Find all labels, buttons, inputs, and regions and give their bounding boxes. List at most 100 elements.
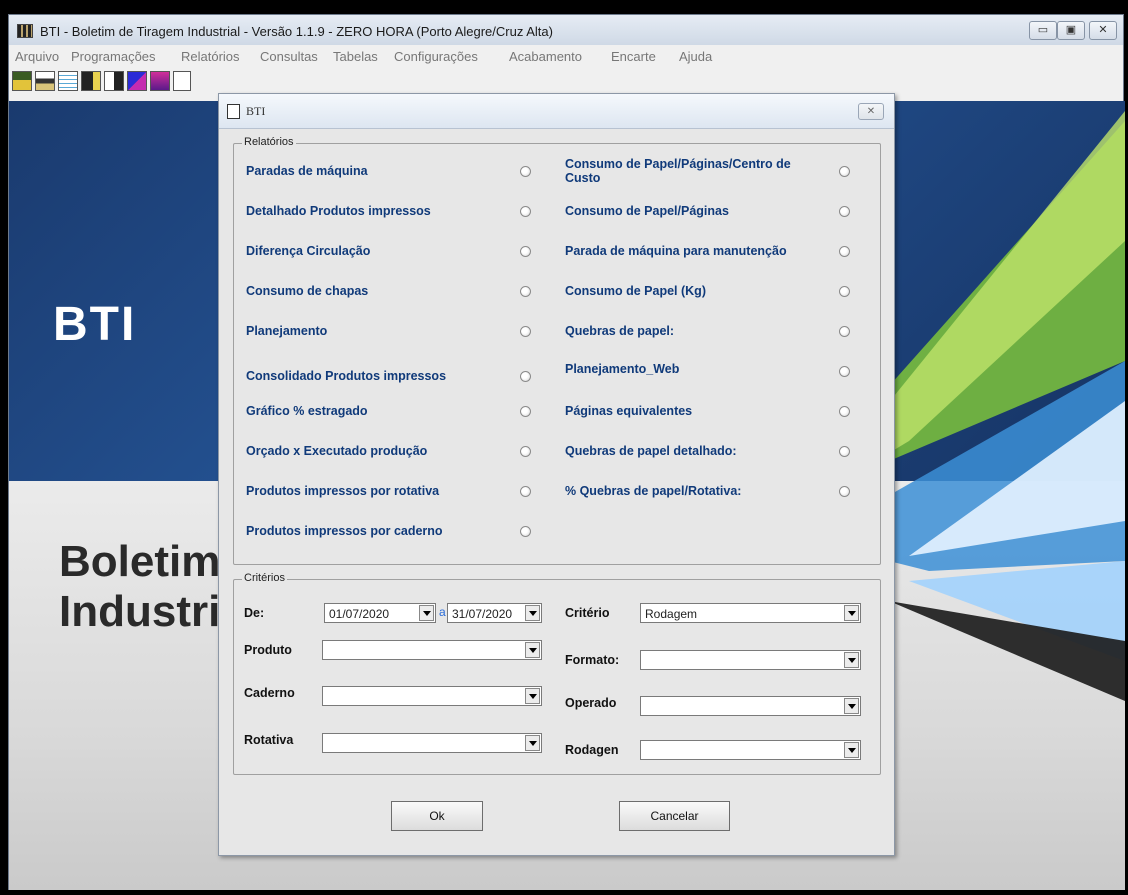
produto-dropdown-icon[interactable]: [525, 642, 540, 658]
menu-arquivo[interactable]: Arquivo: [15, 49, 59, 64]
criterio-select[interactable]: Rodagem: [640, 603, 861, 623]
radio-planejamento-web[interactable]: [839, 366, 850, 377]
date-from-dropdown-icon[interactable]: [419, 605, 434, 621]
rotativa-dropdown-icon[interactable]: [525, 735, 540, 751]
toolbar-report-icon[interactable]: [81, 71, 101, 91]
radio-diferenca[interactable]: [520, 246, 531, 257]
report-label-consolidado: Consolidado Produtos impressos: [246, 369, 447, 383]
toolbar-print-icon[interactable]: [35, 71, 55, 91]
banner-line-1: Boletim: [59, 537, 221, 586]
toolbar-settings-icon[interactable]: [150, 71, 170, 91]
caderno-select[interactable]: [322, 686, 542, 706]
minimize-button[interactable]: ▭: [1029, 21, 1057, 40]
report-label-rotativa: Produtos impressos por rotativa: [246, 484, 440, 498]
toolbar-exit-icon[interactable]: [173, 71, 191, 91]
produto-select[interactable]: [322, 640, 542, 660]
produto-label: Produto: [244, 643, 292, 657]
maximize-button[interactable]: ▣: [1057, 21, 1085, 40]
de-label: De:: [244, 606, 265, 620]
report-label-quebras: Quebras de papel:: [565, 324, 675, 338]
menu-relatorios[interactable]: Relatórios: [181, 49, 240, 64]
radio-rotativa[interactable]: [520, 486, 531, 497]
radio-consumo-centro[interactable]: [839, 166, 850, 177]
report-dialog: BTI ✕ Relatórios Paradas de máquina Deta…: [218, 93, 895, 856]
rotativa-label: Rotativa: [244, 733, 294, 747]
report-label-chapas: Consumo de chapas: [246, 284, 369, 298]
radio-grafico[interactable]: [520, 406, 531, 417]
menu-programacoes[interactable]: Programações: [71, 49, 156, 64]
formato-dropdown-icon[interactable]: [844, 652, 859, 668]
caderno-label: Caderno: [244, 686, 295, 700]
date-to-picker[interactable]: 31/07/2020: [447, 603, 542, 623]
radio-quebras-rotativa[interactable]: [839, 486, 850, 497]
criterio-value: Rodagem: [645, 607, 698, 621]
radio-consumo-paginas[interactable]: [839, 206, 850, 217]
app-icon: [17, 24, 33, 38]
operado-label: Operado: [565, 696, 617, 710]
ok-button[interactable]: Ok: [391, 801, 483, 831]
rodagem-select[interactable]: [640, 740, 861, 760]
toolbar-open-icon[interactable]: [12, 71, 32, 91]
date-to-value: 31/07/2020: [452, 607, 513, 621]
dialog-title-bar: BTI ✕: [219, 94, 894, 129]
menu-bar: Arquivo Programações Relatórios Consulta…: [9, 45, 1123, 67]
radio-quebras[interactable]: [839, 326, 850, 337]
radio-chapas[interactable]: [520, 286, 531, 297]
dialog-close-button[interactable]: ✕: [858, 103, 884, 120]
date-from-value: 01/07/2020: [329, 607, 390, 621]
report-label-paradas: Paradas de máquina: [246, 164, 368, 178]
formato-select[interactable]: [640, 650, 861, 670]
radio-paginas-equivalentes[interactable]: [839, 406, 850, 417]
rodagem-dropdown-icon[interactable]: [844, 742, 859, 758]
window-title: BTI - Boletim de Tiragem Industrial - Ve…: [40, 24, 553, 39]
radio-papel-kg[interactable]: [839, 286, 850, 297]
report-label-detalhado: Detalhado Produtos impressos: [246, 204, 431, 218]
report-label-caderno: Produtos impressos por caderno: [246, 524, 443, 538]
menu-consultas[interactable]: Consultas: [260, 49, 318, 64]
criterio-label: Critério: [565, 606, 610, 620]
report-label-orcado: Orçado x Executado produção: [246, 444, 428, 458]
report-label-diferenca: Diferença Circulação: [246, 244, 371, 258]
report-label-paginas-equivalentes: Páginas equivalentes: [565, 404, 693, 418]
menu-ajuda[interactable]: Ajuda: [679, 49, 712, 64]
toolbar-document-icon[interactable]: [104, 71, 124, 91]
radio-detalhado[interactable]: [520, 206, 531, 217]
menu-encarte[interactable]: Encarte: [611, 49, 656, 64]
rodagem-label: Rodagen: [565, 743, 619, 757]
close-button[interactable]: ✕: [1089, 21, 1117, 40]
dialog-title: BTI: [246, 104, 266, 118]
date-from-picker[interactable]: 01/07/2020: [324, 603, 436, 623]
menu-acabamento[interactable]: Acabamento: [509, 49, 582, 64]
report-label-planejamento: Planejamento: [246, 324, 328, 338]
toolbar-chart-icon[interactable]: [127, 71, 147, 91]
report-label-manutencao: Parada de máquina para manutenção: [565, 244, 787, 258]
radio-planejamento[interactable]: [520, 326, 531, 337]
report-label-quebras-detalhado: Quebras de papel detalhado:: [565, 444, 737, 458]
dialog-document-icon: [227, 104, 240, 119]
menu-tabelas[interactable]: Tabelas: [333, 49, 378, 64]
radio-manutencao[interactable]: [839, 246, 850, 257]
radio-quebras-detalhado[interactable]: [839, 446, 850, 457]
radio-consolidado[interactable]: [520, 371, 531, 382]
report-label-grafico: Gráfico % estragado: [246, 404, 368, 418]
banner-line-2: Industri: [59, 587, 221, 636]
criterio-dropdown-icon[interactable]: [844, 605, 859, 621]
reports-group: Relatórios Paradas de máquina Detalhado …: [233, 136, 881, 565]
criteria-group: Critérios De: 01/07/2020 a 31/07/2020 Cr…: [233, 572, 881, 775]
menu-configuracoes[interactable]: Configurações: [394, 49, 478, 64]
date-separator: a: [439, 605, 446, 619]
date-to-dropdown-icon[interactable]: [525, 605, 540, 621]
caderno-dropdown-icon[interactable]: [525, 688, 540, 704]
toolbar-list-icon[interactable]: [58, 71, 78, 91]
cancel-button[interactable]: Cancelar: [619, 801, 730, 831]
report-label-papel-kg: Consumo de Papel (Kg): [565, 284, 706, 298]
reports-group-label: Relatórios: [242, 136, 296, 148]
report-label-consumo-centro: Consumo de Papel/Páginas/Centro de Custo: [565, 157, 791, 185]
operado-dropdown-icon[interactable]: [844, 698, 859, 714]
radio-orcado[interactable]: [520, 446, 531, 457]
operado-select[interactable]: [640, 696, 861, 716]
report-label-quebras-rotativa: % Quebras de papel/Rotativa:: [565, 484, 742, 498]
radio-paradas[interactable]: [520, 166, 531, 177]
rotativa-select[interactable]: [322, 733, 542, 753]
radio-caderno[interactable]: [520, 526, 531, 537]
